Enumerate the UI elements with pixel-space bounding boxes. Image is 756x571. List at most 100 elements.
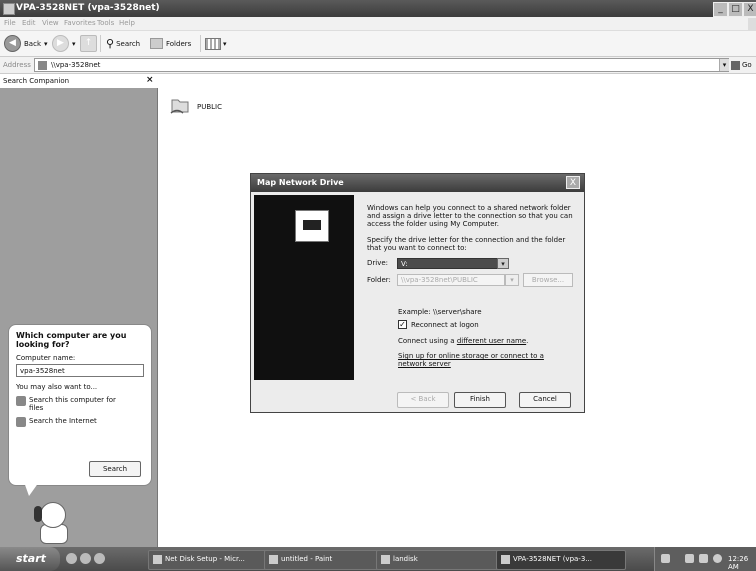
start-label: start (16, 552, 46, 565)
close-button[interactable]: X (743, 2, 756, 17)
views-icon (205, 37, 221, 50)
views-button[interactable]: ▾ (205, 34, 227, 53)
also-label: You may also want to... (16, 383, 98, 391)
address-field[interactable]: \\vpa-3528net (34, 58, 729, 72)
search-icon: ⚲ (106, 37, 115, 50)
tray-volume-icon[interactable] (685, 554, 694, 563)
search-files-label: Search this computer for files (29, 396, 116, 412)
task-net-disk-setup[interactable]: Net Disk Setup - Micr... (148, 550, 280, 570)
clock: 12:26 AM (728, 555, 749, 571)
folders-label: Folders (166, 39, 192, 48)
network-computer-icon (501, 555, 510, 564)
task-landisk[interactable]: landisk (376, 550, 512, 570)
address-label: Address (3, 61, 31, 69)
menu-favorites[interactable]: Favorites (64, 19, 96, 27)
dialog-title: Map Network Drive (257, 178, 344, 187)
address-value: \\vpa-3528net (51, 61, 101, 69)
menu-edit[interactable]: Edit (22, 19, 36, 27)
search-dog-icon[interactable] (28, 502, 78, 544)
quicklaunch-browser-icon[interactable] (80, 553, 91, 564)
search-submit-button[interactable]: Search (89, 461, 141, 477)
dialog-close-button[interactable]: X (566, 176, 580, 189)
back-label: Back (24, 39, 41, 48)
task-label: VPA-3528NET (vpa-3... (513, 555, 592, 563)
folder-icon (3, 3, 15, 15)
search-balloon: Which computer are you looking for? Comp… (8, 324, 152, 486)
balloon-tail (24, 482, 39, 496)
toolbar: ◀ Back ▾ ▶ ▾ ↑ ⚲ Search Folders ▾ (0, 31, 756, 57)
drive-select[interactable]: V: (397, 258, 509, 269)
internet-icon (16, 417, 26, 427)
search-label: Search (116, 39, 141, 48)
dialog-illustration (254, 195, 354, 380)
cancel-button[interactable]: Cancel (519, 392, 571, 408)
search-internet-label: Search the Internet (29, 417, 97, 425)
computer-name-label: Computer name: (16, 354, 76, 362)
search-internet-option[interactable]: Search the Internet (16, 417, 144, 427)
window-title: VPA-3528NET (vpa-3528net) (16, 3, 160, 13)
task-paint[interactable]: untitled - Paint (264, 550, 392, 570)
back-button[interactable]: < Back (397, 392, 449, 408)
drive-label: Drive: (367, 259, 389, 267)
tray-update-icon[interactable] (713, 554, 722, 563)
address-dropdown-button[interactable]: ▾ (719, 59, 729, 71)
drive-dropdown-icon[interactable]: ▾ (497, 258, 509, 269)
pane-title: Search Companion (3, 77, 70, 85)
back-dropdown-icon[interactable]: ▾ (44, 40, 48, 48)
paint-icon (269, 555, 278, 564)
search-files-icon (16, 396, 26, 406)
example-text: Example: \\server\share (398, 308, 482, 316)
network-drive-icon (295, 210, 329, 242)
finish-button[interactable]: Finish (454, 392, 506, 408)
quicklaunch-media-icon[interactable] (94, 553, 105, 564)
maximize-button[interactable]: □ (728, 2, 743, 17)
title-bar: VPA-3528NET (vpa-3528net) _ □ X (0, 0, 756, 17)
taskbar: start Net Disk Setup - Micr... untitled … (0, 547, 756, 571)
tray-network-icon[interactable] (661, 554, 670, 563)
connect-text: Connect using a different user name. (398, 337, 529, 345)
task-label: landisk (393, 555, 418, 563)
start-button[interactable]: start (0, 547, 60, 571)
back-button[interactable]: ◀ Back ▾ (4, 34, 48, 53)
search-button[interactable]: ⚲ Search (106, 34, 140, 53)
menu-view[interactable]: View (42, 19, 59, 27)
reconnect-checkbox[interactable]: ✓ (398, 320, 407, 329)
search-files-option[interactable]: Search this computer for files (16, 396, 144, 412)
forward-button[interactable]: ▶ ▾ (52, 34, 76, 53)
folders-icon (150, 38, 163, 49)
folder-dropdown-icon[interactable]: ▾ (505, 274, 519, 286)
toolbar-separator (100, 35, 101, 52)
back-arrow-icon: ◀ (4, 35, 21, 52)
tray-status-icon[interactable] (699, 554, 708, 563)
folder-input[interactable]: \\vpa-3528net\PUBLIC (397, 274, 505, 286)
dialog-title-bar: Map Network Drive X (251, 174, 584, 192)
browse-button[interactable]: Browse... (523, 273, 573, 287)
menu-file[interactable]: File (4, 19, 16, 27)
map-network-drive-dialog: Map Network Drive X Windows can help you… (250, 173, 585, 413)
task-label: untitled - Paint (281, 555, 333, 563)
go-label: Go (742, 61, 752, 69)
share-item-public[interactable]: PUBLIC (169, 94, 229, 120)
views-dropdown-icon: ▾ (223, 39, 227, 48)
share-name: PUBLIC (197, 103, 222, 111)
computer-name-input[interactable]: vpa-3528net (16, 364, 144, 377)
go-button[interactable]: Go (731, 59, 756, 72)
folder-label: Folder: (367, 276, 391, 284)
menu-help[interactable]: Help (119, 19, 135, 27)
shared-folder-icon (170, 99, 189, 114)
forward-arrow-icon: ▶ (52, 35, 69, 52)
forward-dropdown-icon[interactable]: ▾ (72, 40, 76, 48)
connect-prefix: Connect using a (398, 337, 455, 345)
task-vpa-3528net[interactable]: VPA-3528NET (vpa-3... (496, 550, 626, 570)
folders-button[interactable]: Folders (150, 34, 191, 53)
pane-close-button[interactable]: × (146, 75, 154, 85)
signup-link[interactable]: Sign up for online storage or connect to… (398, 352, 563, 368)
menu-tools[interactable]: Tools (97, 19, 114, 27)
minimize-button[interactable]: _ (713, 2, 728, 17)
address-bar: Address \\vpa-3528net ▾ Go (0, 57, 756, 74)
document-icon (153, 555, 162, 564)
quicklaunch-desktop-icon[interactable] (66, 553, 77, 564)
go-arrow-icon (731, 60, 740, 70)
up-folder-button[interactable]: ↑ (80, 34, 100, 53)
different-user-link[interactable]: different user name (457, 337, 526, 345)
